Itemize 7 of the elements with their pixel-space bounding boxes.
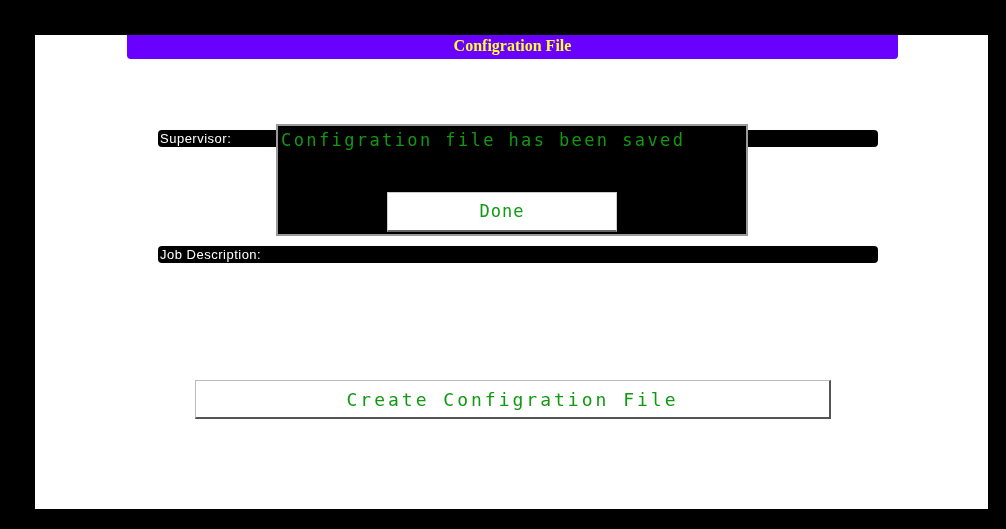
field-label: Supervisor: bbox=[159, 132, 232, 145]
create-configuration-button[interactable]: Create Configration File bbox=[195, 380, 831, 419]
text-field[interactable]: Job Description: bbox=[158, 246, 878, 263]
dialog-message: Configration file has been saved bbox=[281, 129, 686, 152]
title-bar: Configration File bbox=[127, 35, 898, 59]
field-label: Job Description: bbox=[159, 248, 262, 261]
done-button[interactable]: Done bbox=[387, 192, 617, 232]
